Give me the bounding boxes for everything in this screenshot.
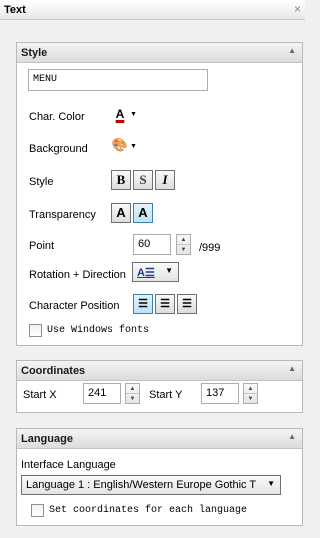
char-color-label: Char. Color [29,111,85,123]
transparency-off-button[interactable]: A [111,203,131,223]
start-x-spinner[interactable]: ▲ ▼ [125,383,140,404]
rotation-select[interactable]: A☰ ▼ [132,262,179,282]
start-x-input[interactable]: 241 [83,383,121,404]
background-dropdown-icon[interactable]: ▼ [130,137,137,157]
style-group-title: Style [21,47,48,59]
panel-title: Text [4,4,26,16]
start-y-label: Start Y [149,389,183,401]
spin-up-icon[interactable]: ▲ [177,235,190,245]
collapse-caret-icon[interactable]: ▲ [288,364,296,373]
italic-button[interactable]: I [155,170,175,190]
language-group: Language ▲ Interface Language Language 1… [16,428,303,526]
style-group: Style ▲ MENU Char. Color A ▼ Background … [16,42,303,346]
align-left-icon[interactable]: ☰ [133,294,153,314]
collapse-caret-icon[interactable]: ▲ [288,432,296,441]
align-center-icon[interactable]: ☰ [155,294,175,314]
background-label: Background [29,143,88,155]
interface-language-label: Interface Language [21,459,116,471]
char-color-dropdown-icon[interactable]: ▼ [130,105,137,125]
style-group-header[interactable]: Style ▲ [17,43,302,63]
transparency-label: Transparency [29,209,96,221]
language-group-title: Language [21,433,73,445]
start-y-input[interactable]: 137 [201,383,239,404]
set-coordinates-checkbox[interactable] [31,504,44,517]
point-spinner[interactable]: ▲ ▼ [176,234,191,255]
chevron-down-icon: ▼ [267,479,275,488]
language-select-value: Language 1 : English/Western Europe Goth… [26,479,257,491]
rotation-label: Rotation + Direction [29,269,126,281]
bold-button[interactable]: B [111,170,131,190]
spin-down-icon[interactable]: ▼ [177,245,190,255]
style-label: Style [29,176,54,188]
coordinates-group: Coordinates ▲ Start X 241 ▲ ▼ Start Y 13… [16,360,303,413]
start-x-label: Start X [23,389,57,401]
character-position-label: Character Position [29,300,120,312]
point-max-label: /999 [199,242,221,254]
chevron-down-icon: ▼ [165,266,173,275]
transparency-on-button[interactable]: A [133,203,153,223]
char-color-button[interactable]: A [110,105,130,125]
close-icon[interactable]: × [294,2,301,16]
use-windows-fonts-checkbox[interactable] [29,324,42,337]
spin-up-icon[interactable]: ▲ [244,384,257,394]
point-input[interactable]: 60 [133,234,171,255]
text-direction-icon: A☰ [137,267,155,279]
spin-down-icon[interactable]: ▼ [244,394,257,404]
spin-down-icon[interactable]: ▼ [126,394,139,404]
panel-title-bar: Text × [0,0,305,20]
point-label: Point [29,240,55,252]
palette-icon[interactable]: 🎨 [110,137,130,157]
use-windows-fonts-label: Use Windows fonts [47,325,150,336]
shadow-button[interactable]: S [133,170,153,190]
language-select[interactable]: Language 1 : English/Western Europe Goth… [21,475,281,495]
text-color-icon: A [115,107,125,121]
text-input[interactable]: MENU [28,69,208,91]
language-group-header[interactable]: Language ▲ [17,429,302,449]
align-right-icon[interactable]: ☰ [177,294,197,314]
start-y-spinner[interactable]: ▲ ▼ [243,383,258,404]
coordinates-group-title: Coordinates [21,365,86,377]
collapse-caret-icon[interactable]: ▲ [288,46,296,55]
spin-up-icon[interactable]: ▲ [126,384,139,394]
set-coordinates-label: Set coordinates for each language [49,505,248,516]
coordinates-group-header[interactable]: Coordinates ▲ [17,361,302,381]
